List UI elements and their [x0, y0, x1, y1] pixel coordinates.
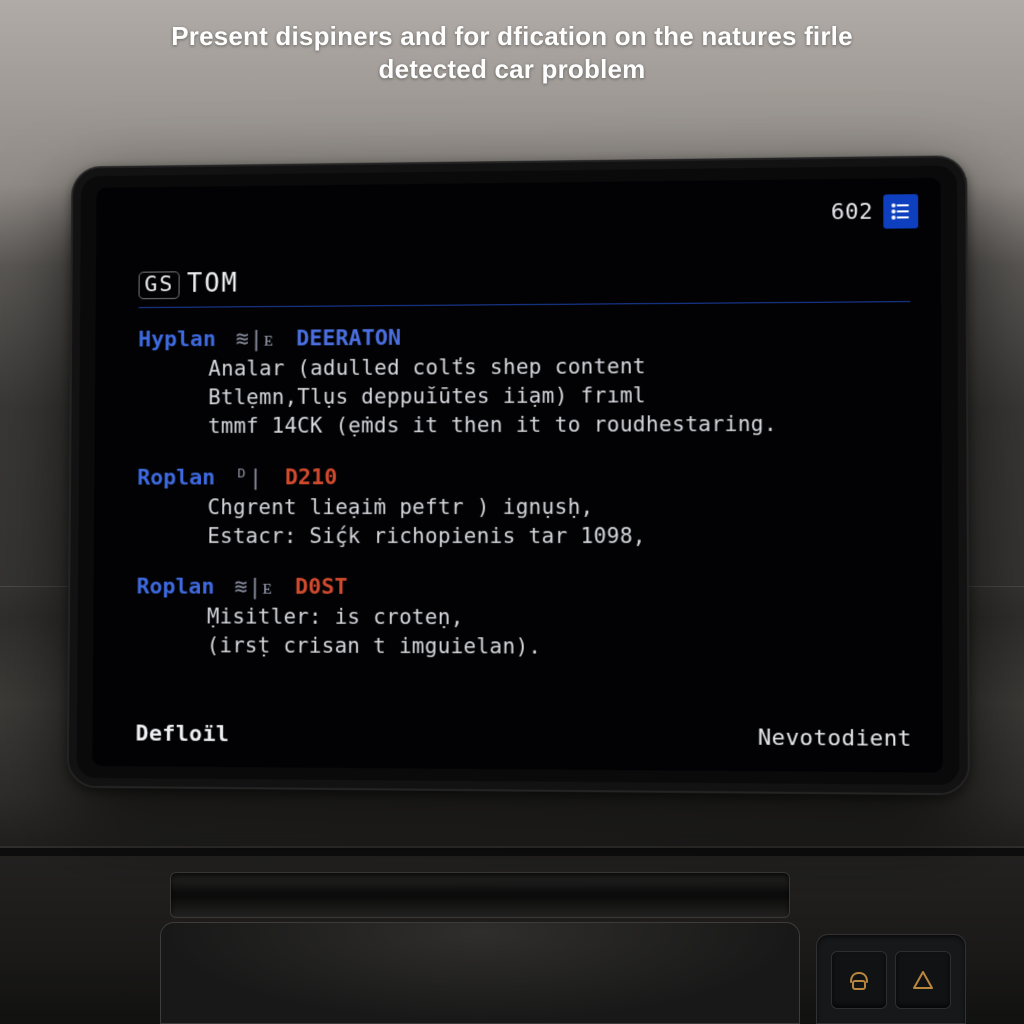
content-area: GSTOM Hyplan ≋|ᴇ DEERATONAnalar (adulled…	[135, 263, 911, 752]
entry-line: Analar (adulled colťs shep content	[208, 350, 910, 383]
diagnostic-entries: Hyplan ≋|ᴇ DEERATONAnalar (adulled colťs…	[136, 320, 911, 664]
overlay-caption: Present dispiners and for dfication on t…	[0, 20, 1024, 85]
physical-button-left[interactable]	[831, 951, 887, 1009]
entry-label: Hyplan	[138, 327, 216, 352]
footer-bar: Defloïl Nevotodient	[135, 722, 911, 752]
entry-label: Roplan	[137, 465, 215, 490]
entry-body: Analar (adulled colťs shep contentBtlẹmn…	[208, 350, 911, 442]
entry-line: Ṃisitler: is croteṇ,	[207, 603, 912, 634]
entry-glyphs: ≋|ᴇ	[221, 327, 290, 352]
entry-body: Ṃisitler: is croteṇ,(irsṭ crisan t imgui…	[207, 603, 912, 664]
diagnostic-entry[interactable]: Roplan ≋|ᴇ D0STṂisitler: is croteṇ,(irsṭ…	[136, 573, 911, 664]
list-icon[interactable]	[883, 194, 918, 229]
footer-right-button[interactable]: Nevotodient	[758, 725, 912, 751]
section-title-text: TOM	[187, 269, 239, 299]
console-pad	[160, 922, 800, 1024]
screen: 602 GSTOM Hyplan ≋|ᴇ DEERAT	[92, 178, 943, 773]
entry-code: D210	[285, 465, 337, 490]
entry-line: (irsṭ crisan t imguielan).	[207, 632, 912, 664]
diagnostic-entry[interactable]: Hyplan ≋|ᴇ DEERATONAnalar (adulled colťs…	[138, 320, 911, 442]
entry-code: D0ST	[295, 575, 348, 600]
entry-code: DEERATON	[296, 326, 401, 351]
physical-button-pod	[816, 934, 966, 1024]
section-mark: GS	[139, 271, 180, 299]
diagnostic-entry[interactable]: Roplan ᴰ| D210Chgrent lieạiṁ peftr ) ign…	[137, 462, 911, 552]
entry-head: Roplan ᴰ| D210	[137, 462, 911, 493]
entry-glyphs: ᴰ|	[220, 465, 278, 490]
car-lock-icon	[846, 969, 872, 991]
status-code: 602	[831, 199, 873, 225]
status-bar: 602	[831, 194, 918, 229]
entry-glyphs: ≋|ᴇ	[219, 575, 288, 600]
section-title: GSTOM	[138, 263, 910, 308]
physical-button-right[interactable]	[895, 951, 951, 1009]
console-slot	[170, 872, 790, 918]
hazard-icon	[911, 969, 935, 991]
infotainment-device: 602 GSTOM Hyplan ≋|ᴇ DEERAT	[67, 155, 970, 795]
entry-line: Chgrent lieạiṁ peftr ) ignụsḥ,	[207, 492, 911, 522]
entry-line: Estacr: Siḉk richopienis tar 1098,	[207, 522, 911, 552]
entry-head: Roplan ≋|ᴇ D0ST	[136, 573, 911, 604]
entry-line: Btlẹmn,Tlụs deppuĭūtes iiạm) frıml	[208, 380, 910, 413]
entry-body: Chgrent lieạiṁ peftr ) ignụsḥ,Estacr: Si…	[207, 492, 911, 552]
entry-line: tmmf 14CK (ẹṁds it then it to roudhestar…	[208, 410, 911, 442]
footer-left-button[interactable]: Defloïl	[135, 722, 229, 748]
entry-label: Roplan	[136, 575, 214, 600]
entry-head: Hyplan ≋|ᴇ DEERATON	[138, 320, 910, 355]
